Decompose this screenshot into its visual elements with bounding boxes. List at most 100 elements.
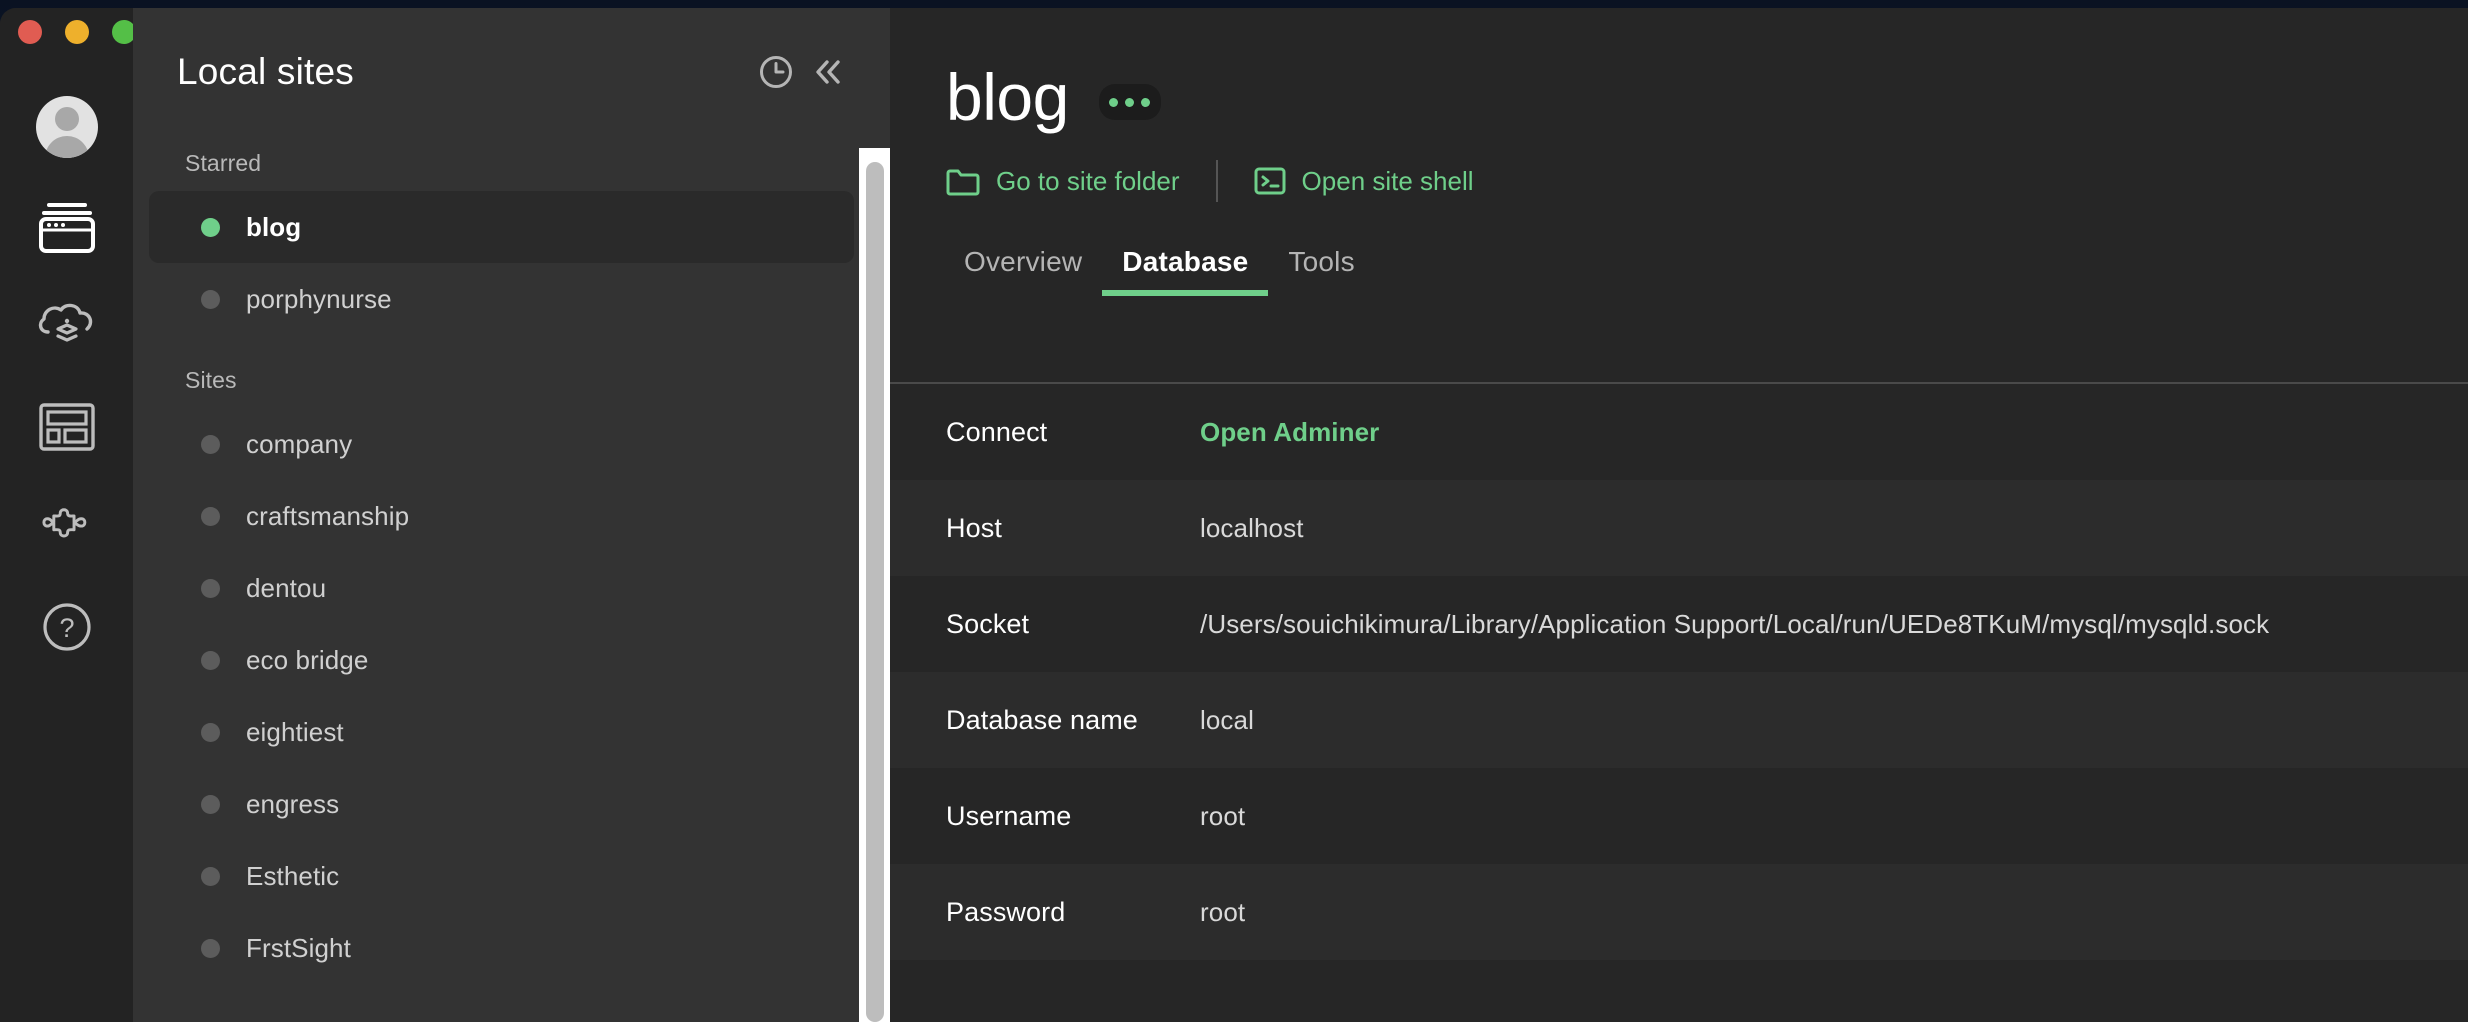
row-value: root [1200,800,1246,831]
rail-item-cloud-backups[interactable] [32,292,102,362]
sidebar-scrollbar[interactable] [859,148,890,1022]
site-status-dot [201,434,220,454]
row-value: local [1200,704,1254,735]
rail-item-account[interactable] [32,92,102,162]
site-list-item-eightiest[interactable]: eightiest [149,696,854,768]
terminal-icon [1254,167,1286,195]
row-value: root [1200,896,1246,927]
site-name-label: Esthetic [246,860,340,891]
row-label: Password [946,896,1066,927]
table-row: Host localhost [890,480,2468,576]
site-list-item-company[interactable]: company [149,408,854,480]
row-label: Host [946,512,1002,543]
tab-overview[interactable]: Overview [944,246,1102,296]
recent-sites-button[interactable] [750,46,802,98]
sidebar-scrollbar-thumb[interactable] [866,162,884,1022]
site-name-label: company [246,428,353,459]
site-title-row: blog [946,64,2468,130]
site-status-dot [201,866,220,886]
table-row: Database name local [890,672,2468,768]
site-name-label: craftsmanship [246,500,410,531]
rail-item-add-ons[interactable] [32,492,102,562]
site-status-dot [201,794,220,814]
site-status-dot [201,578,220,598]
rail-item-local-sites[interactable] [32,192,102,262]
site-status-dot [201,938,220,958]
page-title: blog [946,60,1069,134]
svg-text:?: ? [59,613,74,643]
table-row: Username root [890,768,2468,864]
site-detail-panel: blog Go to site folder Open site shell O… [890,8,2468,1022]
row-label: Username [946,800,1072,831]
tab-tools[interactable]: Tools [1268,246,1374,296]
site-status-dot [201,506,220,526]
action-divider [1215,160,1218,202]
site-name-label: engress [246,788,340,819]
section-label-sites: Sites [185,367,237,393]
folder-icon [946,169,980,196]
site-list-item-dentou[interactable]: dentou [149,552,854,624]
open-adminer-link[interactable]: Open Adminer [1200,417,1379,448]
site-list-item-esthetic[interactable]: Esthetic [149,840,854,912]
sidebar-header: Local sites [133,8,890,136]
database-detail-rows: Connect Open Adminer Host localhost Sock… [890,384,2468,960]
site-list: Starred blog porphynurse Sites company c… [133,136,890,984]
minimize-window-button[interactable] [65,20,89,44]
user-avatar-icon [35,96,98,158]
row-value: localhost [1200,512,1304,543]
site-options-menu-button[interactable] [1098,84,1161,120]
tab-database[interactable]: Database [1102,246,1269,296]
go-to-site-folder-label: Go to site folder [996,165,1180,196]
go-to-site-folder-button[interactable]: Go to site folder [946,166,1180,197]
site-status-dot [201,722,220,742]
window-traffic-lights [18,20,136,44]
help-icon: ? [42,603,91,651]
left-icon-rail: ? [0,8,136,1022]
cloud-backups-icon [38,303,92,342]
close-window-button[interactable] [18,20,42,44]
chevron-double-left-icon [816,60,840,84]
local-app-window: ? Local sites Starred blog porphynurse S… [0,8,2468,1022]
site-name-label: eco bridge [246,644,369,675]
site-list-item-blog[interactable]: blog [149,191,854,263]
site-list-item-frstsight[interactable]: FrstSight [149,912,854,984]
puzzle-piece-icon [41,508,86,538]
site-status-dot [201,650,220,670]
row-label: Database name [946,704,1138,735]
clock-icon [760,56,792,88]
site-name-label: blog [246,211,302,242]
site-name-label: porphynurse [246,283,392,314]
site-list-item-engress[interactable]: engress [149,768,854,840]
site-name-label: FrstSight [246,932,351,963]
ellipsis-dot-icon [1125,97,1135,107]
site-actions: Go to site folder Open site shell [946,160,2468,202]
sites-sidebar: Local sites Starred blog porphynurse Sit… [133,8,890,1022]
site-name-label: eightiest [246,716,344,747]
collapse-sidebar-button[interactable] [802,46,854,98]
site-header: blog Go to site folder Open site shell [890,8,2468,202]
table-row: Password root [890,864,2468,960]
sidebar-title: Local sites [177,51,355,92]
site-list-item-eco-bridge[interactable]: eco bridge [149,624,854,696]
ellipsis-dot-icon [1141,97,1151,107]
detail-tabs: Overview Database Tools [946,246,2468,296]
open-site-shell-label: Open site shell [1301,165,1474,196]
blueprints-icon [38,403,95,451]
table-row: Socket /Users/souichikimura/Library/Appl… [890,576,2468,672]
table-row: Connect Open Adminer [890,384,2468,480]
site-list-item-craftsmanship[interactable]: craftsmanship [149,480,854,552]
ellipsis-dot-icon [1109,97,1119,107]
rail-item-blueprints[interactable] [32,392,102,462]
row-label: Socket [946,608,1030,639]
row-label: Connect [946,416,1048,447]
rail-icon-list: ? [0,92,133,662]
site-status-dot [201,217,220,237]
site-name-label: dentou [246,572,327,603]
local-sites-icon [38,203,95,253]
rail-item-help[interactable]: ? [32,592,102,662]
row-value: /Users/souichikimura/Library/Application… [1200,608,2270,639]
section-label-starred: Starred [185,150,262,176]
site-status-dot [201,289,220,309]
open-site-shell-button[interactable]: Open site shell [1254,166,1474,197]
site-list-item-porphynurse[interactable]: porphynurse [149,263,854,335]
